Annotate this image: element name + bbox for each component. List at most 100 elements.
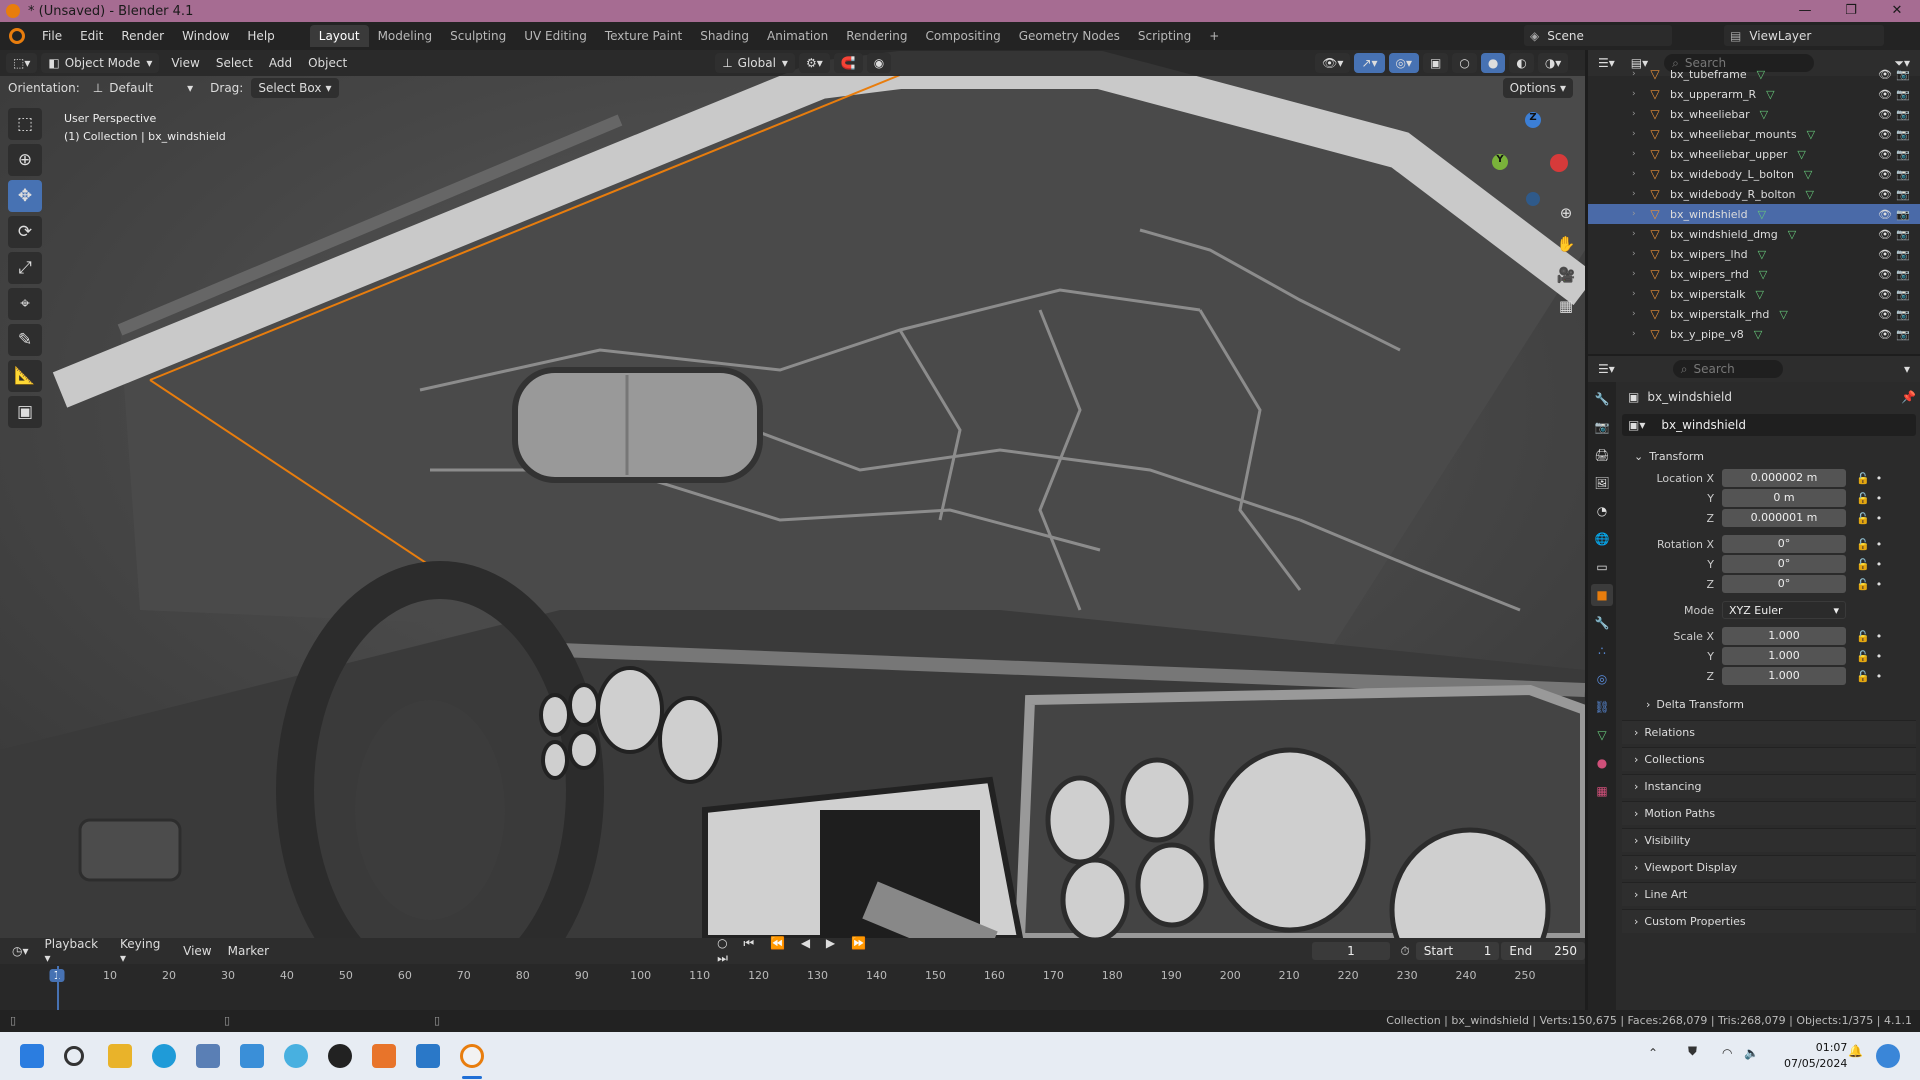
- copilot-icon[interactable]: [1876, 1044, 1900, 1068]
- scene-selector[interactable]: ◈ Scene: [1524, 25, 1672, 46]
- xray-toggle-button[interactable]: ▣: [1423, 53, 1449, 73]
- gizmo-neg-z-axis[interactable]: [1526, 192, 1540, 206]
- outliner-row[interactable]: › ▽ bx_wheeliebar_mounts ▽ 👁 📷: [1588, 124, 1920, 144]
- visibility-eye-icon[interactable]: 👁: [1878, 188, 1892, 201]
- render-camera-icon[interactable]: 📷: [1896, 208, 1910, 221]
- expand-arrow-icon[interactable]: ›: [1632, 169, 1648, 179]
- visibility-eye-icon[interactable]: 👁: [1878, 268, 1892, 281]
- timeline-menu-playback[interactable]: Playback ▾: [37, 937, 113, 965]
- tab-texture-paint[interactable]: Texture Paint: [596, 25, 691, 47]
- blender-menu-icon[interactable]: [9, 28, 25, 44]
- keyframe-dot-icon[interactable]: •: [1876, 670, 1883, 683]
- keyframe-dot-icon[interactable]: •: [1876, 492, 1883, 505]
- viewport-menu-view[interactable]: View: [163, 56, 207, 70]
- app-icon[interactable]: [284, 1044, 308, 1068]
- properties-search[interactable]: ⌕ Search: [1672, 360, 1783, 378]
- overlay-toggle-button[interactable]: ◎▾: [1388, 53, 1420, 73]
- shading-solid-button[interactable]: ●: [1480, 53, 1506, 73]
- expand-arrow-icon[interactable]: ›: [1632, 309, 1648, 319]
- visibility-eye-icon[interactable]: 👁: [1878, 128, 1892, 141]
- outliner-row[interactable]: › ▽ bx_tubeframe ▽ 👁 📷: [1588, 64, 1920, 84]
- transform-tool-icon[interactable]: ⌖: [8, 288, 42, 320]
- lock-icon[interactable]: 🔓: [1856, 512, 1870, 525]
- timeline-menu-keying[interactable]: Keying ▾: [112, 937, 175, 965]
- tab-rendering[interactable]: Rendering: [837, 25, 916, 47]
- frame-ruler[interactable]: 1102030405060708090100110120130140150160…: [0, 966, 1585, 986]
- panel-relations[interactable]: › Relations: [1622, 720, 1916, 744]
- notification-bell-icon[interactable]: 🔔: [1848, 1044, 1863, 1058]
- visibility-eye-icon[interactable]: 👁: [1878, 68, 1892, 81]
- keyframe-dot-icon[interactable]: •: [1876, 472, 1883, 485]
- location-z-field[interactable]: 0.000001 m: [1722, 509, 1846, 527]
- panel-visibility[interactable]: › Visibility: [1622, 828, 1916, 852]
- expand-arrow-icon[interactable]: ›: [1632, 189, 1648, 199]
- render-camera-icon[interactable]: 📷: [1896, 188, 1910, 201]
- jump-start-icon[interactable]: ⏮: [743, 936, 760, 950]
- pivot-point-button[interactable]: ⚙▾: [798, 53, 830, 73]
- location-x-field[interactable]: 0.000002 m: [1722, 469, 1846, 487]
- lock-icon[interactable]: 🔓: [1856, 630, 1870, 643]
- chevron-down-icon[interactable]: ▾: [1904, 362, 1910, 376]
- keyframe-dot-icon[interactable]: •: [1876, 512, 1883, 525]
- ortho-grid-icon[interactable]: ▦: [1554, 291, 1578, 322]
- material-tab-icon[interactable]: ●: [1591, 752, 1613, 774]
- keyframe-dot-icon[interactable]: •: [1876, 630, 1883, 643]
- rotation-z-field[interactable]: 0°: [1722, 575, 1846, 593]
- current-frame-field[interactable]: 1: [1311, 942, 1391, 960]
- render-camera-icon[interactable]: 📷: [1896, 88, 1910, 101]
- panel-custom-properties[interactable]: › Custom Properties: [1622, 909, 1916, 933]
- wifi-icon[interactable]: ◠: [1722, 1046, 1732, 1060]
- visibility-eye-icon[interactable]: 👁: [1878, 228, 1892, 241]
- move-tool-icon[interactable]: ✥: [8, 180, 42, 212]
- visibility-eye-icon[interactable]: 👁: [1878, 168, 1892, 181]
- scale-y-field[interactable]: 1.000: [1722, 647, 1846, 665]
- visibility-eye-icon[interactable]: 👁: [1878, 88, 1892, 101]
- expand-arrow-icon[interactable]: ›: [1632, 69, 1648, 79]
- location-y-field[interactable]: 0 m: [1722, 489, 1846, 507]
- panel-viewport-display[interactable]: › Viewport Display: [1622, 855, 1916, 879]
- lock-icon[interactable]: 🔓: [1856, 558, 1870, 571]
- view-layer-tab-icon[interactable]: 🖼: [1591, 472, 1613, 494]
- render-camera-icon[interactable]: 📷: [1896, 168, 1910, 181]
- jump-end-icon[interactable]: ⏭: [717, 951, 734, 965]
- tab-uv-editing[interactable]: UV Editing: [515, 25, 596, 47]
- measure-tool-icon[interactable]: 📐: [8, 360, 42, 392]
- start-frame-field[interactable]: Start 1: [1415, 942, 1500, 960]
- lock-icon[interactable]: 🔓: [1856, 472, 1870, 485]
- search-icon[interactable]: [64, 1046, 84, 1066]
- lock-icon[interactable]: 🔓: [1856, 578, 1870, 591]
- render-camera-icon[interactable]: 📷: [1896, 108, 1910, 121]
- blender-taskbar-icon[interactable]: [460, 1044, 484, 1068]
- timeline-editor-icon[interactable]: ◷▾: [12, 944, 29, 958]
- cursor-tool-icon[interactable]: ⊕: [8, 144, 42, 176]
- playhead[interactable]: [57, 966, 59, 1010]
- render-camera-icon[interactable]: 📷: [1896, 128, 1910, 141]
- outliner-row[interactable]: › ▽ bx_wiperstalk_rhd ▽ 👁 📷: [1588, 304, 1920, 324]
- expand-arrow-icon[interactable]: ›: [1632, 329, 1648, 339]
- shading-wireframe-button[interactable]: ○: [1452, 53, 1477, 73]
- lock-icon[interactable]: 🔓: [1856, 538, 1870, 551]
- visibility-button[interactable]: 👁▾: [1315, 53, 1351, 73]
- outliner-row[interactable]: › ▽ bx_wheeliebar ▽ 👁 📷: [1588, 104, 1920, 124]
- particles-tab-icon[interactable]: ∴: [1591, 640, 1613, 662]
- volume-icon[interactable]: 🔈: [1744, 1046, 1759, 1060]
- pan-hand-icon[interactable]: ✋: [1554, 229, 1578, 260]
- 3d-viewport[interactable]: ⬚▾ ◧ Object Mode ▾ View Select Add Objec…: [0, 50, 1585, 938]
- tool-tab-icon[interactable]: 🔧: [1591, 388, 1613, 410]
- outliner-row[interactable]: › ▽ bx_windshield ▽ 👁 📷: [1588, 204, 1920, 224]
- object-name-field[interactable]: ▣▾ bx_windshield: [1622, 414, 1916, 436]
- view-layer-selector[interactable]: ▤ ViewLayer: [1724, 25, 1884, 46]
- lock-icon[interactable]: 🔓: [1856, 650, 1870, 663]
- object-tab-icon[interactable]: ■: [1591, 584, 1613, 606]
- end-frame-field[interactable]: End 250: [1501, 942, 1585, 960]
- render-camera-icon[interactable]: 📷: [1896, 288, 1910, 301]
- keyframe-dot-icon[interactable]: •: [1876, 558, 1883, 571]
- maximize-button[interactable]: ❐: [1828, 0, 1874, 22]
- play-reverse-icon[interactable]: ◀: [801, 936, 816, 950]
- annotate-tool-icon[interactable]: ✎: [8, 324, 42, 356]
- outliner-row[interactable]: › ▽ bx_widebody_R_bolton ▽ 👁 📷: [1588, 184, 1920, 204]
- zoom-icon[interactable]: ⊕: [1554, 198, 1578, 229]
- expand-arrow-icon[interactable]: ›: [1632, 109, 1648, 119]
- outliner-row[interactable]: › ▽ bx_wipers_lhd ▽ 👁 📷: [1588, 244, 1920, 264]
- outliner-row[interactable]: › ▽ bx_windshield_dmg ▽ 👁 📷: [1588, 224, 1920, 244]
